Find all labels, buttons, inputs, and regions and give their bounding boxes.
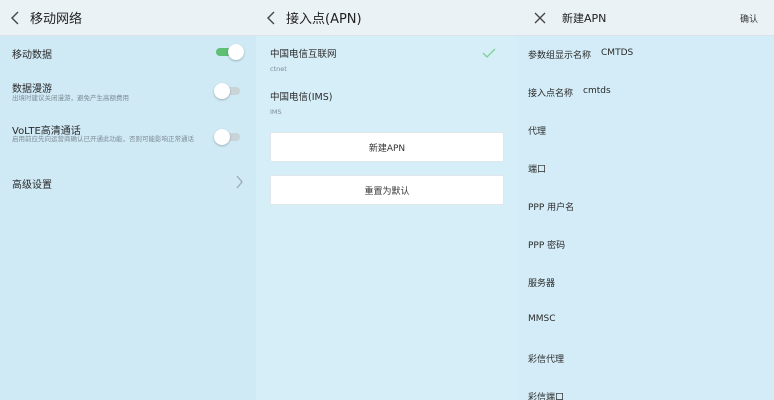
- field-ppp-username[interactable]: PPP 用户名: [528, 200, 574, 213]
- field-label: PPP 密码: [528, 241, 566, 251]
- mobile-network-header: 移动网络: [0, 0, 256, 36]
- page-title: 接入点(APN): [286, 12, 362, 27]
- field-port[interactable]: 端口: [528, 162, 546, 175]
- page-title: 新建APN: [562, 11, 607, 25]
- apn-name: 中国电信(IMS): [270, 92, 333, 103]
- apn-panel: 接入点(APN) 中国电信互联网 ctnet 中国电信(IMS) IMS 新建A…: [256, 0, 518, 400]
- field-label: 彩信代理: [528, 355, 565, 365]
- setting-row-roaming[interactable]: 数据漫游 出境时建议关闭漫游，避免产生高额费用: [0, 72, 256, 112]
- field-apn-name[interactable]: 接入点名称 cmtds: [528, 86, 611, 99]
- close-icon[interactable]: [518, 0, 562, 36]
- field-ppp-password[interactable]: PPP 密码: [528, 238, 565, 251]
- roaming-toggle[interactable]: [214, 83, 244, 99]
- new-apn-header: 新建APN 确认: [518, 0, 774, 36]
- volte-toggle[interactable]: [214, 129, 244, 145]
- field-label: PPP 用户名: [528, 203, 575, 213]
- field-label: 彩信端口: [528, 393, 565, 400]
- apn-item[interactable]: 中国电信(IMS) IMS: [270, 89, 332, 116]
- field-label: 参数组显示名称: [528, 51, 592, 61]
- field-apn-display-name[interactable]: 参数组显示名称 CMTDS: [528, 48, 633, 61]
- setting-label: 数据漫游: [12, 84, 52, 95]
- apn-name: 中国电信互联网: [270, 49, 337, 60]
- setting-label: 高级设置: [12, 180, 52, 191]
- field-label: 服务器: [528, 279, 556, 289]
- apn-type: IMS: [270, 108, 282, 116]
- field-mms-port[interactable]: 彩信端口: [528, 390, 564, 400]
- confirm-button[interactable]: 确认: [740, 12, 758, 25]
- apn-header: 接入点(APN): [256, 0, 518, 36]
- setting-row-volte[interactable]: VoLTE高清通话 启用前应先向运营商确认已开通此功能，否则可能影响正常通话: [0, 115, 256, 161]
- reset-default-button[interactable]: 重置为默认: [270, 175, 504, 205]
- setting-subtitle: 启用前应先向运营商确认已开通此功能，否则可能影响正常通话: [12, 135, 194, 143]
- field-value: CMTDS: [601, 48, 634, 58]
- setting-subtitle: 出境时建议关闭漫游，避免产生高额费用: [12, 94, 129, 102]
- field-label: 端口: [528, 165, 547, 175]
- field-proxy[interactable]: 代理: [528, 124, 546, 137]
- field-label: 代理: [528, 127, 547, 137]
- page-title: 移动网络: [30, 12, 83, 27]
- field-mms-proxy[interactable]: 彩信代理: [528, 352, 564, 365]
- check-icon: [482, 48, 496, 58]
- apn-item[interactable]: 中国电信互联网 ctnet: [270, 46, 337, 73]
- field-label: MMSC: [528, 314, 556, 324]
- mobile-network-panel: 移动网络 移动数据 数据漫游 出境时建议关闭漫游，避免产生高额费用 VoLTE高…: [0, 0, 256, 400]
- field-label: 接入点名称: [528, 89, 574, 99]
- field-server[interactable]: 服务器: [528, 276, 555, 289]
- back-arrow-icon[interactable]: [0, 0, 30, 36]
- setting-label: 移动数据: [12, 50, 52, 61]
- field-mmsc[interactable]: MMSC: [528, 314, 556, 324]
- setting-row-advanced[interactable]: 高级设置: [0, 166, 256, 198]
- apn-type: ctnet: [270, 65, 287, 73]
- back-arrow-icon[interactable]: [256, 0, 286, 36]
- field-value: cmtds: [583, 86, 611, 96]
- setting-row-mobile-data[interactable]: 移动数据: [0, 36, 256, 70]
- new-apn-panel: 新建APN 确认 参数组显示名称 CMTDS 接入点名称 cmtds 代理 端口…: [518, 0, 774, 400]
- chevron-right-icon: [236, 175, 243, 189]
- mobile-data-toggle[interactable]: [214, 44, 244, 60]
- new-apn-button[interactable]: 新建APN: [270, 132, 504, 162]
